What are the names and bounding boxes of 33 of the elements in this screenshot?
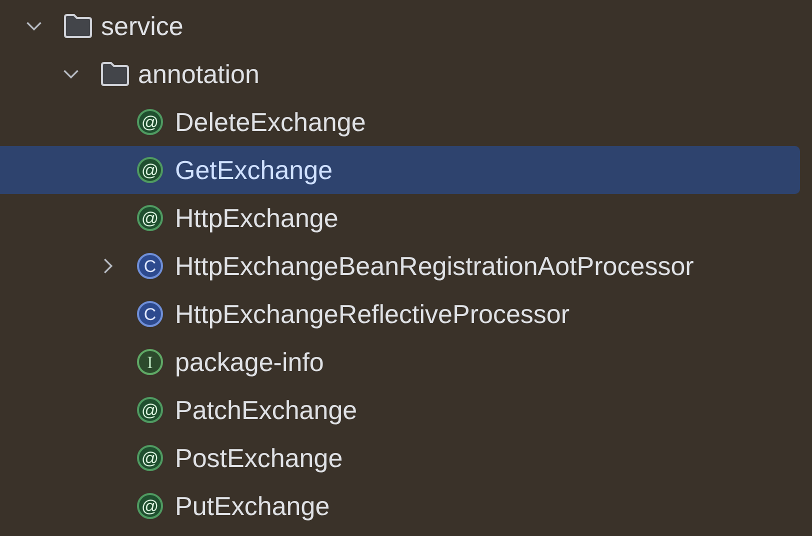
item-label: service — [101, 10, 184, 42]
interface-icon: I — [137, 349, 163, 375]
annotation-icon: @ — [137, 493, 163, 519]
tree-item[interactable]: @ PatchExchange — [0, 386, 800, 434]
item-label: DeleteExchange — [175, 106, 366, 138]
item-label: PostExchange — [175, 442, 343, 474]
class-icon: C — [137, 301, 163, 327]
tree-item[interactable]: @ HttpExchange — [0, 194, 800, 242]
tree-item[interactable]: @ GetExchange — [0, 146, 800, 194]
tree-item[interactable]: @ PostExchange — [0, 434, 800, 482]
item-label: PutExchange — [175, 490, 330, 522]
item-label: package-info — [175, 346, 324, 378]
annotation-icon: @ — [137, 445, 163, 471]
item-label: HttpExchangeReflectiveProcessor — [175, 298, 570, 330]
item-label: HttpExchangeBeanRegistrationAotProcessor — [175, 250, 694, 282]
tree-item[interactable]: C HttpExchangeBeanRegistrationAotProcessor — [0, 242, 800, 290]
item-label: PatchExchange — [175, 394, 358, 426]
item-label: annotation — [138, 58, 260, 90]
annotation-icon: @ — [137, 205, 163, 231]
annotation-icon: @ — [137, 157, 163, 183]
tree-item[interactable]: @ PutExchange — [0, 482, 800, 530]
class-icon: C — [137, 253, 163, 279]
tree-item[interactable]: I package-info — [0, 338, 800, 386]
tree-item[interactable]: service — [0, 2, 800, 50]
item-label: HttpExchange — [175, 202, 338, 234]
folder-icon — [63, 13, 93, 39]
folder-icon — [100, 61, 130, 87]
tree-item[interactable]: @ DeleteExchange — [0, 98, 800, 146]
item-label: GetExchange — [175, 154, 333, 186]
annotation-icon: @ — [137, 109, 163, 135]
tree-item[interactable]: C HttpExchangeReflectiveProcessor — [0, 290, 800, 338]
annotation-icon: @ — [137, 397, 163, 423]
tree-item[interactable]: annotation — [0, 50, 800, 98]
